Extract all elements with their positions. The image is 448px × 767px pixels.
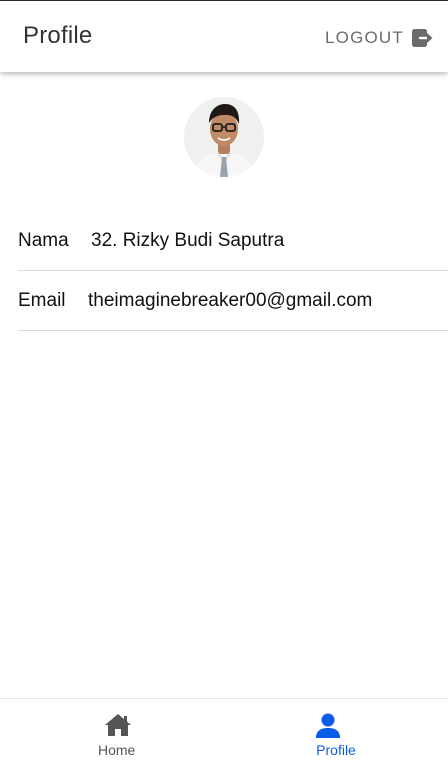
page-title: Profile	[23, 22, 93, 49]
logout-icon	[412, 28, 434, 48]
profile-row-email: Email theimaginebreaker00@gmail.com	[18, 271, 448, 331]
logout-label: LOGOUT	[325, 28, 404, 47]
nav-item-profile[interactable]: Profile	[224, 699, 448, 767]
app-header: Profile LOGOUT	[0, 0, 448, 72]
home-icon	[104, 713, 132, 742]
nav-label-home: Home	[98, 742, 136, 758]
nav-label-profile: Profile	[316, 742, 356, 758]
nama-label: Nama	[18, 230, 69, 251]
email-value: theimaginebreaker00@gmail.com	[88, 290, 373, 311]
avatar	[184, 97, 264, 177]
bottom-nav: Home Profile	[0, 698, 448, 767]
app-screen: Profile LOGOUT Nama 32. Rizky Budi Saput…	[0, 0, 448, 767]
nama-value: 32. Rizky Budi Saputra	[91, 230, 285, 251]
email-label: Email	[18, 290, 66, 311]
logout-button[interactable]: LOGOUT	[325, 25, 434, 51]
person-icon	[315, 713, 341, 744]
profile-row-nama: Nama 32. Rizky Budi Saputra	[18, 211, 448, 271]
nav-item-home[interactable]: Home	[0, 699, 224, 767]
